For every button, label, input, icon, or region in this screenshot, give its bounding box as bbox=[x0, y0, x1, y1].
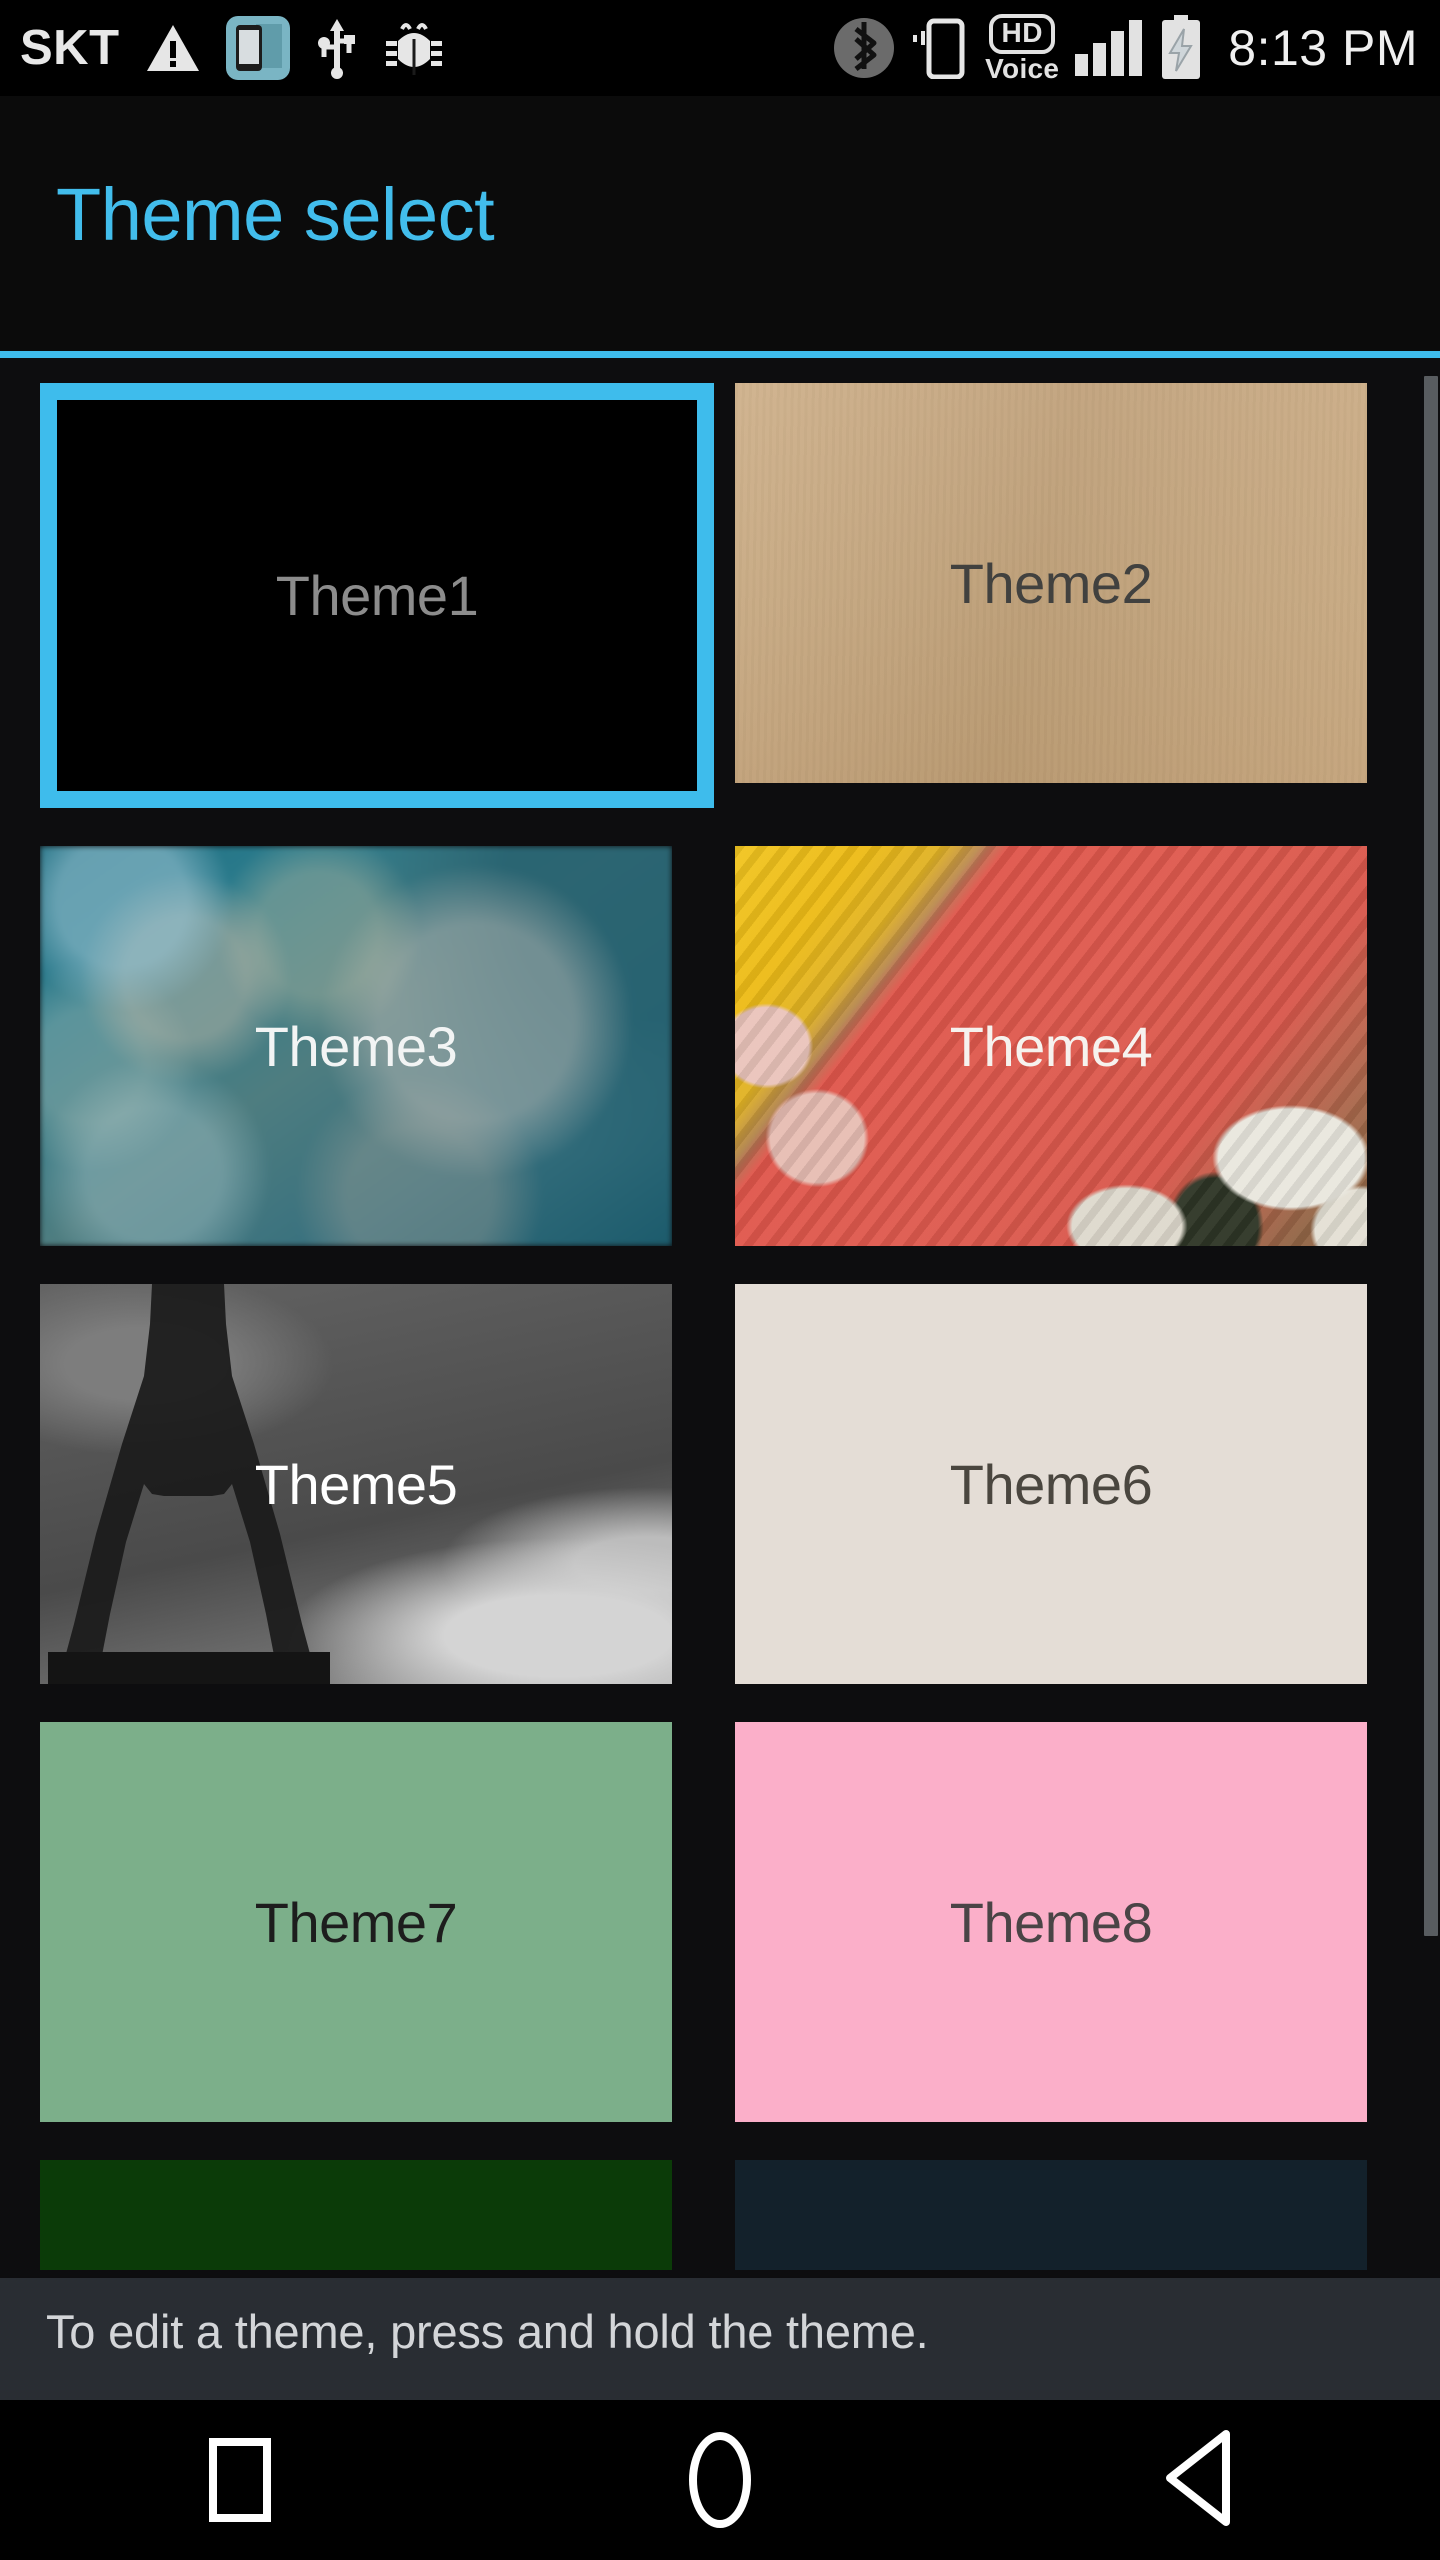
theme-tile-wrapper bbox=[40, 2160, 672, 2270]
theme-tile-wrapper: Theme1 bbox=[40, 383, 714, 808]
circle-icon bbox=[689, 2432, 751, 2528]
theme-tile[interactable]: Theme2 bbox=[735, 383, 1367, 783]
status-bar-right-group: HD Voice 8:13 PM bbox=[833, 13, 1440, 84]
theme-grid-cell: Theme5 bbox=[0, 1284, 720, 1684]
theme-tile-label: Theme2 bbox=[949, 551, 1153, 615]
status-bar-clock: 8:13 PM bbox=[1228, 20, 1418, 76]
theme-tile[interactable]: Theme1 bbox=[40, 383, 714, 808]
vibrate-phone-icon bbox=[911, 17, 969, 79]
theme-tile-label: Theme1 bbox=[275, 564, 479, 627]
usb-icon bbox=[316, 17, 358, 79]
theme-preview-art bbox=[735, 2160, 1367, 2270]
theme-grid-cell: Theme4 bbox=[720, 846, 1440, 1246]
theme-tile[interactable]: Theme3 bbox=[40, 846, 672, 1246]
theme-tile-wrapper: Theme7 bbox=[40, 1722, 672, 2122]
theme-tile[interactable]: Theme7 bbox=[40, 1722, 672, 2122]
adb-bug-icon bbox=[384, 19, 444, 77]
action-bar-accent-divider bbox=[0, 351, 1440, 358]
smart-share-phone-icon bbox=[225, 16, 290, 80]
theme-tile-wrapper: Theme3 bbox=[40, 846, 672, 1246]
hd-badge-label: HD bbox=[989, 13, 1055, 54]
phone-screen: SKT HD Voice 8:13 PM Theme select Theme1… bbox=[0, 0, 1440, 2560]
voice-label: Voice bbox=[985, 52, 1060, 84]
back-button[interactable] bbox=[1080, 2400, 1320, 2560]
scrollbar-thumb[interactable] bbox=[1424, 376, 1438, 1936]
theme-tile-wrapper bbox=[735, 2160, 1367, 2270]
square-icon bbox=[209, 2438, 271, 2522]
theme-tile-label: Theme4 bbox=[949, 1014, 1153, 1078]
theme-tile-wrapper: Theme6 bbox=[735, 1284, 1367, 1684]
theme-tile[interactable]: Theme6 bbox=[735, 1284, 1367, 1684]
theme-grid-cell: Theme3 bbox=[0, 846, 720, 1246]
status-bar-left-group: SKT bbox=[0, 16, 444, 80]
theme-tile[interactable]: Theme8 bbox=[735, 1722, 1367, 2122]
hd-voice-icon: HD Voice bbox=[985, 13, 1060, 84]
theme-grid-cell: Theme1 bbox=[0, 383, 720, 808]
theme-grid-cell bbox=[720, 2160, 1440, 2270]
page-title: Theme select bbox=[56, 173, 495, 256]
theme-tile-wrapper: Theme2 bbox=[735, 383, 1367, 808]
theme-grid-cell: Theme7 bbox=[0, 1722, 720, 2122]
action-bar: Theme select bbox=[0, 96, 1440, 358]
bluetooth-icon bbox=[833, 17, 895, 79]
footer-hint-bar: To edit a theme, press and hold the them… bbox=[0, 2278, 1440, 2400]
theme-tile[interactable] bbox=[40, 2160, 672, 2270]
battery-charging-icon bbox=[1158, 15, 1204, 81]
carrier-label: SKT bbox=[20, 20, 120, 75]
signal-bars-icon bbox=[1075, 20, 1143, 76]
home-button[interactable] bbox=[600, 2400, 840, 2560]
theme-tile-label: Theme5 bbox=[254, 1452, 458, 1516]
theme-tile[interactable]: Theme4 bbox=[735, 846, 1367, 1246]
theme-grid-cell: Theme8 bbox=[720, 1722, 1440, 2122]
system-navigation-bar bbox=[0, 2400, 1440, 2560]
triangle-left-icon bbox=[1160, 2428, 1240, 2533]
theme-grid-cell bbox=[0, 2160, 720, 2270]
theme-tile-label: Theme8 bbox=[949, 1890, 1153, 1954]
theme-tile[interactable]: Theme5 bbox=[40, 1284, 672, 1684]
theme-tile-label: Theme3 bbox=[254, 1014, 458, 1078]
theme-tile[interactable] bbox=[735, 2160, 1367, 2270]
theme-grid-cell: Theme2 bbox=[720, 383, 1440, 808]
theme-tile-label: Theme7 bbox=[254, 1890, 458, 1954]
theme-grid-scroll-area[interactable]: Theme1 Theme2 Theme3 Theme4 Theme5 Theme6 Them… bbox=[0, 358, 1440, 2278]
theme-grid-cell: Theme6 bbox=[720, 1284, 1440, 1684]
recents-button[interactable] bbox=[120, 2400, 360, 2560]
theme-grid: Theme1 Theme2 Theme3 Theme4 Theme5 Theme6 Them… bbox=[0, 383, 1440, 2278]
warning-triangle-icon bbox=[146, 23, 200, 73]
theme-tile-wrapper: Theme8 bbox=[735, 1722, 1367, 2122]
theme-tile-label: Theme6 bbox=[949, 1452, 1153, 1516]
theme-tile-wrapper: Theme4 bbox=[735, 846, 1367, 1246]
edit-theme-hint: To edit a theme, press and hold the them… bbox=[46, 2305, 929, 2358]
status-bar: SKT HD Voice 8:13 PM bbox=[0, 0, 1440, 96]
theme-preview-art bbox=[40, 2160, 672, 2270]
scrollbar-track[interactable] bbox=[1424, 358, 1438, 2278]
theme-tile-wrapper: Theme5 bbox=[40, 1284, 672, 1684]
